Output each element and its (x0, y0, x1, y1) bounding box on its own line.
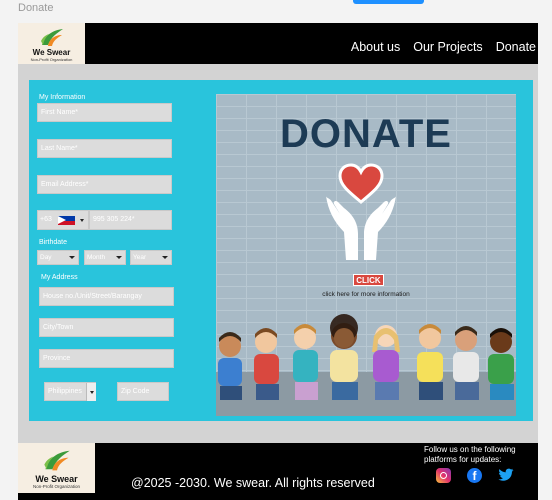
month-select[interactable]: Month (84, 250, 126, 265)
follow-us-text: Follow us on the following platforms for… (424, 445, 516, 464)
country-code-select[interactable]: +63 (37, 210, 89, 230)
chevron-down-icon (69, 256, 75, 259)
click-button[interactable]: CLICK (353, 274, 384, 286)
facebook-icon[interactable]: f (467, 468, 482, 483)
leaf-logo-icon (43, 450, 70, 471)
city-field[interactable]: City/Town (39, 318, 174, 337)
children-photo (216, 314, 516, 416)
nav-donate[interactable]: Donate (496, 40, 536, 54)
last-name-field[interactable]: Last Name* (37, 139, 172, 158)
country-select[interactable]: Philippines (44, 382, 96, 401)
header: We Swear Non-Profit Organization About u… (18, 23, 538, 64)
footer-logo-tagline: Non-Profit Organization (32, 484, 81, 489)
leaf-logo-icon (40, 29, 63, 46)
nav-about-us[interactable]: About us (351, 40, 400, 54)
month-value: Month (87, 254, 106, 261)
chevron-down-icon (162, 256, 168, 259)
philippines-flag-icon (58, 216, 75, 225)
logo[interactable]: We Swear Non-Profit Organization (18, 23, 85, 64)
footer-logo-name: We Swear (35, 474, 78, 484)
first-name-field[interactable]: First Name* (37, 103, 172, 122)
chevron-down-icon (80, 219, 84, 222)
frame-label: Donate (18, 2, 54, 14)
house-address-field[interactable]: House no./Unit/Street/Barangay (39, 287, 174, 306)
frame-indicator (353, 0, 424, 4)
chevron-down-icon (86, 383, 96, 401)
day-value: Day (40, 254, 52, 261)
logo-tagline: Non-Profit Organization (30, 57, 73, 62)
year-select[interactable]: Year (130, 250, 172, 265)
twitter-icon[interactable] (498, 468, 514, 482)
donate-page: We Swear Non-Profit Organization About u… (18, 23, 538, 500)
day-select[interactable]: Day (37, 250, 79, 265)
copyright-text: @2025 -2030. We swear. All rights reserv… (131, 476, 375, 490)
footer: We Swear Non-Profit Organization @2025 -… (18, 443, 538, 500)
province-field[interactable]: Province (39, 349, 174, 368)
section-my-information: My Information (39, 94, 86, 101)
chevron-down-icon (116, 256, 122, 259)
footer-logo[interactable]: We Swear Non-Profit Organization (18, 443, 95, 493)
more-info-text: click here for more information (322, 291, 410, 298)
heart-hands-icon (326, 163, 396, 260)
banner-title: DONATE (280, 112, 452, 156)
donate-banner[interactable]: DONATE CLICK click here for more informa… (216, 94, 516, 416)
instagram-icon[interactable] (436, 468, 451, 483)
country-value: Philippines (48, 388, 82, 395)
section-birthdate: Birthdate (39, 239, 68, 246)
main-nav: About us Our Projects Donate (351, 40, 536, 54)
phone-field[interactable]: 995 305 224* (89, 210, 172, 230)
social-links: f (436, 468, 514, 483)
email-field[interactable]: Email Address* (37, 175, 172, 194)
year-value: Year (133, 254, 147, 261)
child-figure (218, 332, 242, 400)
donation-form-panel: My Information First Name* Last Name* Em… (29, 80, 533, 421)
nav-our-projects[interactable]: Our Projects (413, 40, 482, 54)
zip-code-field[interactable]: Zip Code (117, 382, 169, 401)
section-my-address: My Address (41, 274, 78, 281)
logo-name: We Swear (32, 48, 71, 57)
country-code: +63 (40, 216, 52, 223)
